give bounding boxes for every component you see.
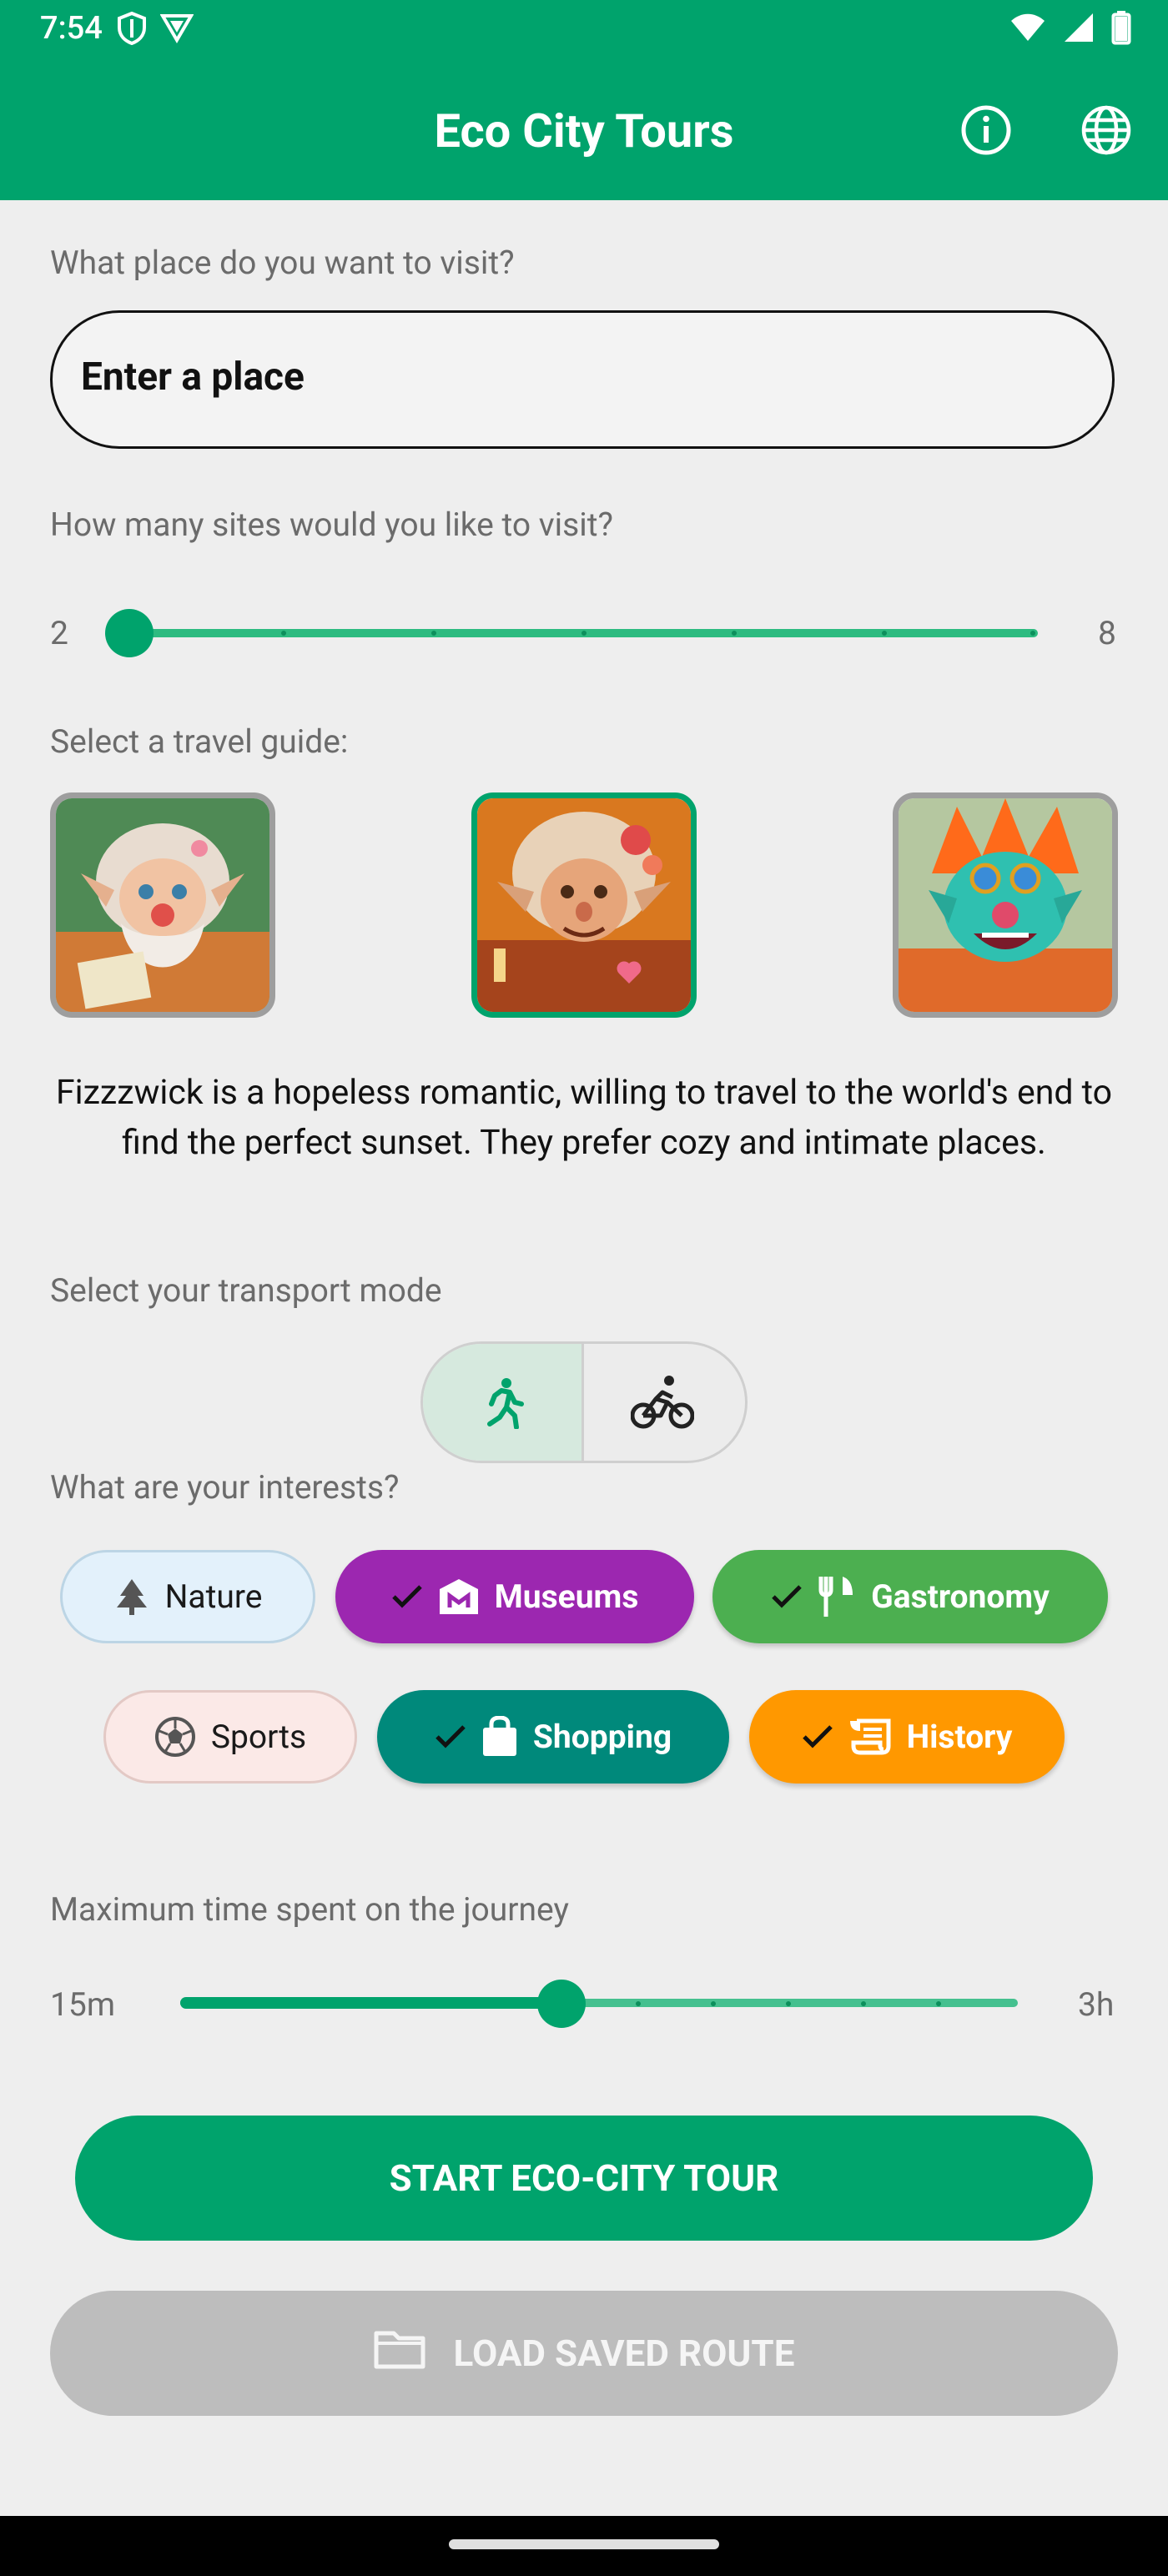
place-input[interactable]: Enter a place <box>50 310 1115 449</box>
scroll-icon <box>848 1718 892 1756</box>
museum-icon <box>438 1577 480 1616</box>
status-time: 7:54 <box>40 10 103 47</box>
start-tour-button[interactable]: START ECO-CITY TOUR <box>75 2116 1093 2241</box>
time-slider-tick <box>711 2001 716 2006</box>
time-slider-thumb[interactable] <box>536 1980 586 2028</box>
chip-shopping[interactable]: Shopping <box>377 1690 729 1784</box>
app-bar: Eco City Tours <box>0 60 1168 200</box>
transport-toggle <box>420 1341 748 1463</box>
folder-icon <box>374 2328 425 2379</box>
guide-bearded-troll-portrait <box>56 798 269 1012</box>
chip-sports-label: Sports <box>210 1718 307 1756</box>
time-slider-tick <box>636 2001 641 2006</box>
shield-icon <box>117 11 147 48</box>
chip-history-label: History <box>906 1718 1013 1756</box>
home-handle[interactable] <box>449 2539 719 2549</box>
system-nav-bar <box>0 2516 1168 2576</box>
battery-icon <box>1111 10 1131 48</box>
sites-slider-thumb[interactable] <box>105 609 154 657</box>
time-slider-active-track <box>180 1997 561 2009</box>
time-max-label: 3h <box>1078 1985 1115 2024</box>
guide-bearded-troll[interactable] <box>50 792 275 1018</box>
check-icon <box>391 1584 423 1609</box>
sites-slider-tick <box>281 631 286 636</box>
check-icon <box>771 1584 803 1609</box>
place-label: What place do you want to visit? <box>50 244 515 282</box>
time-slider-tick <box>936 2001 941 2006</box>
time-slider-tick <box>861 2001 866 2006</box>
transport-walk-option[interactable] <box>423 1344 584 1461</box>
transport-bike-option[interactable] <box>584 1344 745 1461</box>
transport-label: Select your transport mode <box>50 1271 442 1310</box>
chip-museums-label: Museums <box>494 1577 639 1616</box>
chip-nature[interactable]: Nature <box>60 1550 315 1643</box>
sites-min-label: 2 <box>50 614 68 652</box>
sites-label: How many sites would you like to visit? <box>50 506 613 544</box>
chip-shopping-label: Shopping <box>532 1718 672 1756</box>
fork-knife-icon <box>818 1575 856 1618</box>
time-slider-tick <box>786 2001 791 2006</box>
globe-icon[interactable] <box>1080 103 1133 160</box>
chip-nature-label: Nature <box>164 1577 263 1616</box>
chip-gastronomy[interactable]: Gastronomy <box>712 1550 1108 1643</box>
status-bar: 7:54 <box>0 0 1168 60</box>
time-label: Maximum time spent on the journey <box>50 1890 569 1929</box>
guide-description: Fizzzwick is a hopeless romantic, willin… <box>55 1073 1113 1163</box>
chip-gastronomy-label: Gastronomy <box>871 1577 1050 1616</box>
shopping-bag-icon <box>481 1716 518 1758</box>
interests-label: What are your interests? <box>50 1468 400 1507</box>
guide-fizzzwick-portrait <box>477 798 691 1012</box>
bike-icon <box>630 1374 695 1434</box>
soccer-ball-icon <box>154 1716 196 1758</box>
sites-max-label: 8 <box>1098 614 1116 652</box>
chip-sports[interactable]: Sports <box>103 1690 357 1784</box>
sites-slider-tick <box>882 631 887 636</box>
walk-icon <box>481 1377 526 1432</box>
guide-label: Select a travel guide: <box>50 722 349 761</box>
time-min-label: 15m <box>50 1985 116 2024</box>
guide-punk-troll-portrait <box>899 798 1112 1012</box>
wifi-icon <box>1009 13 1046 46</box>
chip-history[interactable]: History <box>749 1690 1065 1784</box>
check-icon <box>435 1724 466 1749</box>
info-icon[interactable] <box>959 103 1013 160</box>
guide-fizzzwick[interactable] <box>471 792 697 1018</box>
load-saved-route-label: LOAD SAVED ROUTE <box>453 2332 795 2375</box>
guide-punk-troll[interactable] <box>893 792 1118 1018</box>
sites-slider-tick <box>732 631 737 636</box>
sites-slider-tick <box>431 631 436 636</box>
check-icon <box>802 1724 833 1749</box>
place-placeholder: Enter a place <box>81 355 305 400</box>
vpn-triangle-icon <box>159 12 194 48</box>
signal-icon <box>1063 12 1095 47</box>
load-saved-route-button[interactable]: LOAD SAVED ROUTE <box>50 2291 1118 2416</box>
tree-icon <box>113 1577 150 1616</box>
sites-slider-tick <box>581 631 587 636</box>
chip-museums[interactable]: Museums <box>335 1550 694 1643</box>
sites-slider-tick <box>1030 631 1035 636</box>
